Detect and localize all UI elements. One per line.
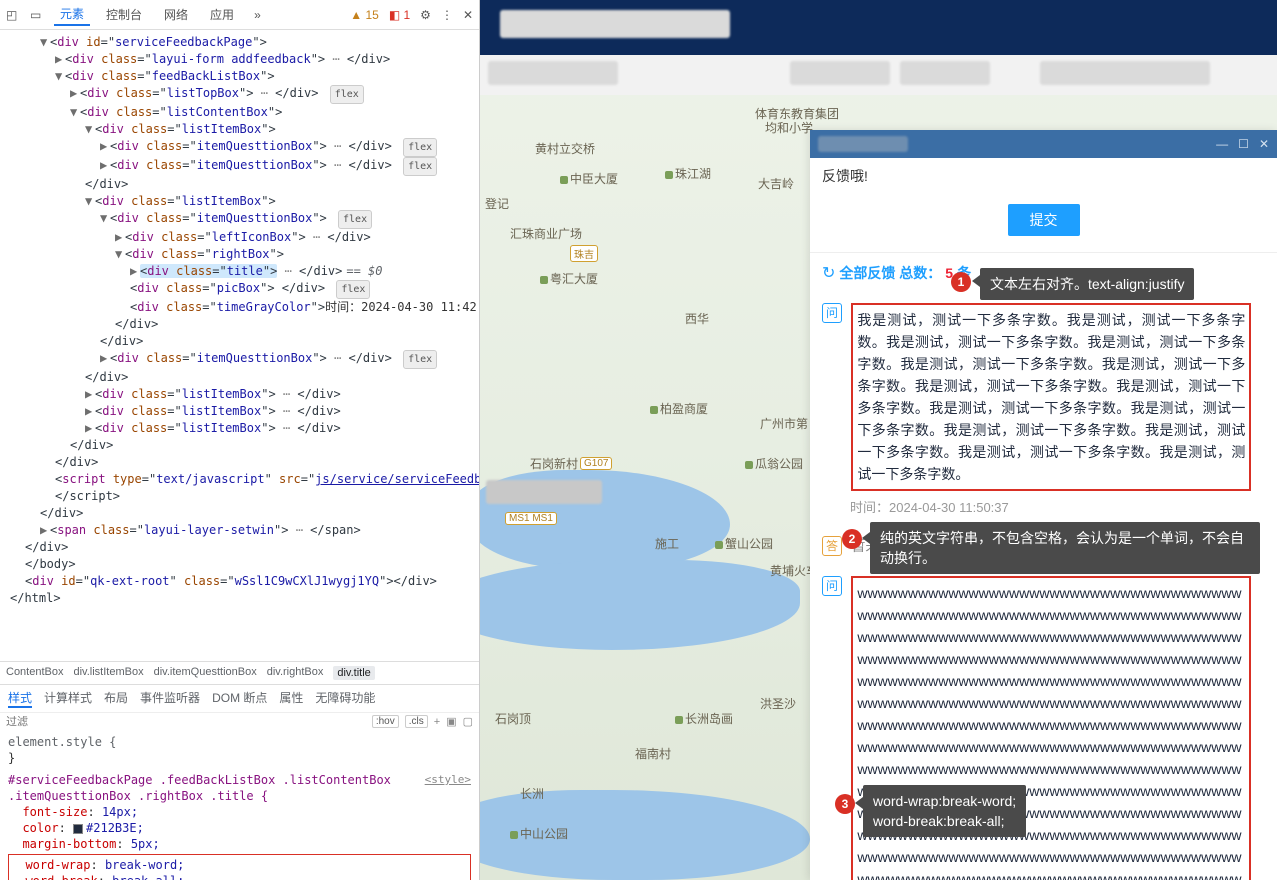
map-label: 石岗新村 bbox=[530, 455, 578, 472]
gear-icon[interactable]: ⚙ bbox=[420, 8, 431, 22]
kebab-icon[interactable]: ⋮ bbox=[441, 8, 453, 22]
minimize-icon[interactable]: — bbox=[1216, 137, 1228, 151]
sub-bar bbox=[480, 55, 1277, 95]
reload-icon[interactable]: ↻ bbox=[822, 263, 835, 283]
styles-filter-input[interactable] bbox=[6, 716, 366, 728]
tab-computed[interactable]: 计算样式 bbox=[44, 689, 92, 708]
plus-icon[interactable]: + bbox=[434, 716, 440, 728]
map-label: 广州市第 bbox=[760, 415, 808, 432]
crumb-item-active[interactable]: div.title bbox=[333, 666, 374, 680]
device-icon[interactable]: ▭ bbox=[30, 8, 44, 22]
tab-listeners[interactable]: 事件监听器 bbox=[140, 689, 200, 708]
feedback-panel: — ☐ ✕ 反馈哦! 提交 ↻ 全部反馈 总数： 5条 问 我是测试，测试一下多… bbox=[810, 130, 1277, 880]
map-label: 大吉岭 bbox=[758, 175, 794, 192]
callout-1: 文本左右对齐。text-align:justify bbox=[980, 268, 1194, 300]
crumb-item[interactable]: div.listItemBox bbox=[73, 666, 143, 680]
callout-number-3: 3 bbox=[835, 794, 855, 814]
cls-button[interactable]: .cls bbox=[405, 715, 428, 728]
tab-elements[interactable]: 元素 bbox=[54, 3, 90, 26]
map-label: 蟹山公园 bbox=[715, 535, 773, 552]
devtools-panel: ◰ ▭ 元素 控制台 网络 应用 » ▲ 15 ◧ 1 ⚙ ⋮ ✕ ▼<div … bbox=[0, 0, 480, 880]
map-label: 珠吉 bbox=[570, 245, 598, 262]
map-label: 长洲岛画 bbox=[675, 710, 733, 727]
item-time: 时间：2024-04-30 11:50:37 bbox=[850, 497, 1265, 516]
inspect-icon[interactable]: ◰ bbox=[6, 8, 20, 22]
callout-3: word-wrap:break-word;word-break:break-al… bbox=[863, 785, 1026, 837]
map-label: 洪圣沙 bbox=[760, 695, 796, 712]
top-bar bbox=[480, 0, 1277, 55]
map-label: G107 bbox=[580, 455, 612, 470]
map-label: 石岗顶 bbox=[495, 710, 531, 727]
highlighted-rules: word-wrap: break-word; word-break: break… bbox=[8, 854, 471, 880]
panel-title-bar: — ☐ ✕ bbox=[810, 130, 1277, 158]
tab-accessibility[interactable]: 无障碍功能 bbox=[315, 689, 375, 708]
dom-tree[interactable]: ▼<div id="serviceFeedbackPage"> ▶<div cl… bbox=[0, 30, 479, 661]
answer-icon: 答 bbox=[822, 536, 842, 556]
styles-tabs: 样式 计算样式 布局 事件监听器 DOM 断点 属性 无障碍功能 bbox=[0, 684, 479, 712]
map-label: 中臣大厦 bbox=[560, 170, 618, 187]
map-label: 珠江湖 bbox=[665, 165, 711, 182]
tab-layout[interactable]: 布局 bbox=[104, 689, 128, 708]
map-label: 施工 bbox=[655, 535, 679, 552]
warning-count[interactable]: ▲ 15 bbox=[350, 8, 379, 22]
devtools-toolbar: ◰ ▭ 元素 控制台 网络 应用 » ▲ 15 ◧ 1 ⚙ ⋮ ✕ bbox=[0, 0, 479, 30]
map-label: 粤汇大厦 bbox=[540, 270, 598, 287]
map-label: MS1 MS1 bbox=[505, 510, 557, 525]
error-count[interactable]: ◧ 1 bbox=[389, 8, 410, 22]
map-label: 中山公园 bbox=[510, 825, 568, 842]
map-label: 登记 bbox=[485, 195, 509, 212]
tab-console[interactable]: 控制台 bbox=[100, 4, 148, 25]
question-icon: 问 bbox=[822, 576, 842, 596]
map-label: 西华 bbox=[685, 310, 709, 327]
map-label: 柏盈商厦 bbox=[650, 400, 708, 417]
tab-network[interactable]: 网络 bbox=[158, 4, 194, 25]
list-item: 问 我是测试，测试一下多条字数。我是测试，测试一下多条字数。我是测试，测试一下多… bbox=[822, 293, 1265, 526]
hov-button[interactable]: :hov bbox=[372, 715, 399, 728]
crumb-item[interactable]: div.itemQuesttionBox bbox=[154, 666, 257, 680]
tab-application[interactable]: 应用 bbox=[204, 4, 240, 25]
close-icon[interactable]: ✕ bbox=[463, 8, 473, 22]
styles-body[interactable]: element.style { } <style>#serviceFeedbac… bbox=[0, 730, 479, 880]
styles-filter-row: :hov .cls + ▣ ▢ bbox=[0, 712, 479, 730]
map-label: 汇珠商业广场 bbox=[510, 225, 582, 242]
map-area: 体育东教育集团均和小学黄村立交桥中臣大厦珠江湖大吉岭登记汇珠商业广场珠吉粤汇大厦… bbox=[480, 0, 1277, 880]
item-text: 我是测试，测试一下多条字数。我是测试，测试一下多条字数。我是测试，测试一下多条字… bbox=[851, 303, 1251, 491]
map-label: 均和小学 bbox=[765, 119, 813, 136]
tab-dom-breakpoints[interactable]: DOM 断点 bbox=[212, 689, 267, 708]
map-label: 长洲 bbox=[520, 785, 544, 802]
tab-more[interactable]: » bbox=[254, 8, 261, 22]
callout-2: 纯的英文字符串，不包含空格，会认为是一个单词，不会自动换行。 bbox=[870, 522, 1260, 574]
breadcrumb[interactable]: ContentBox div.listItemBox div.itemQuest… bbox=[0, 661, 479, 684]
style-source-link[interactable]: <style> bbox=[425, 772, 471, 788]
crumb-item[interactable]: div.rightBox bbox=[267, 666, 324, 680]
panel-icon[interactable]: ▣ bbox=[446, 715, 456, 728]
tab-properties[interactable]: 属性 bbox=[279, 689, 303, 708]
question-icon: 问 bbox=[822, 303, 842, 323]
maximize-icon[interactable]: ☐ bbox=[1238, 137, 1249, 151]
map-label: 福南村 bbox=[635, 745, 671, 762]
tab-styles[interactable]: 样式 bbox=[8, 689, 32, 708]
feedback-head: 反馈哦! bbox=[810, 158, 1277, 194]
panel-icon[interactable]: ▢ bbox=[463, 715, 473, 728]
callout-number-2: 2 bbox=[842, 529, 862, 549]
map-label: 黄村立交桥 bbox=[535, 140, 595, 157]
map-label: 瓜翁公园 bbox=[745, 455, 803, 472]
submit-button[interactable]: 提交 bbox=[1008, 204, 1080, 236]
crumb-item[interactable]: ContentBox bbox=[6, 666, 63, 680]
close-icon[interactable]: ✕ bbox=[1259, 137, 1269, 151]
callout-number-1: 1 bbox=[951, 272, 971, 292]
